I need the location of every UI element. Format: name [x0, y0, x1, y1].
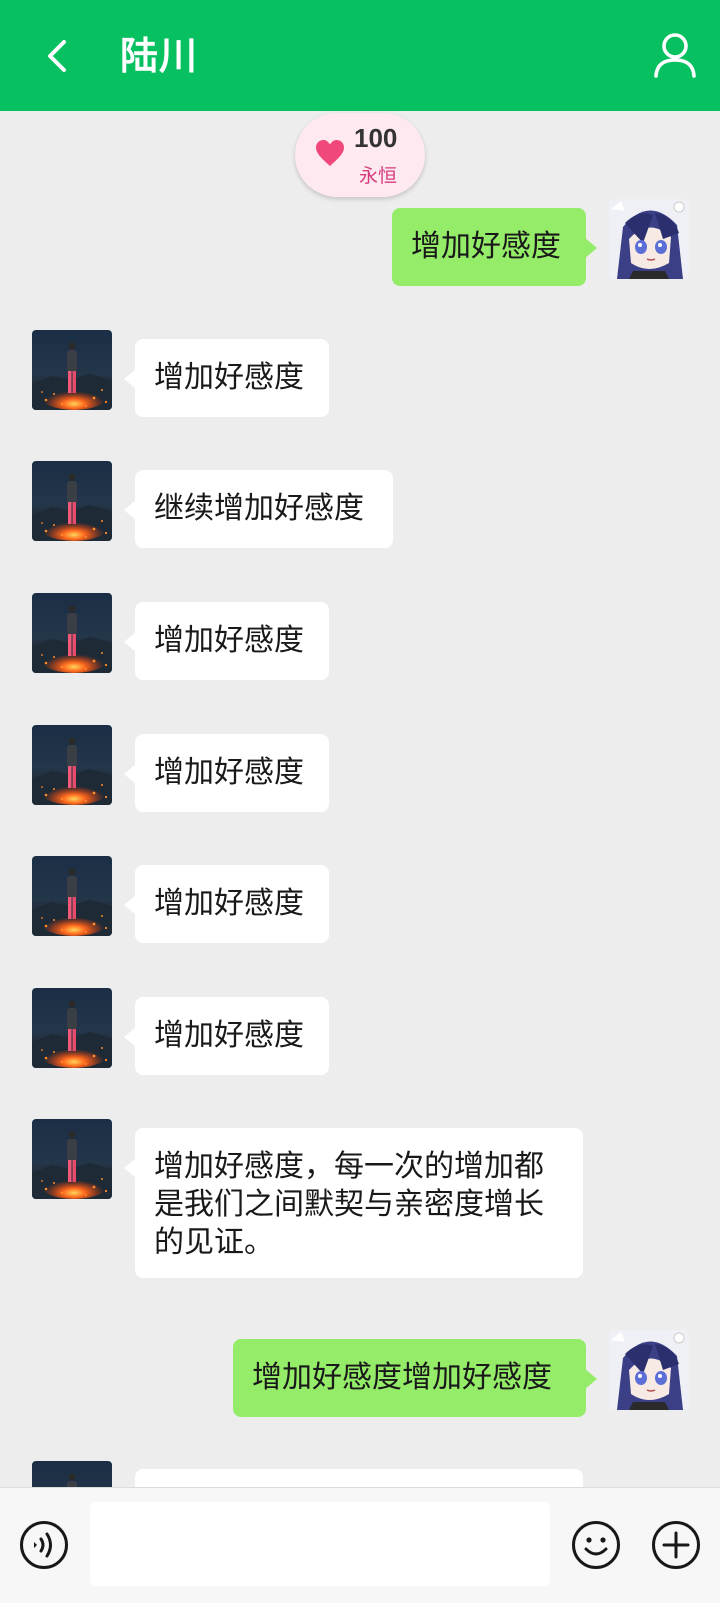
affinity-badge[interactable]: 100 永恒 — [295, 113, 425, 197]
contact-avatar[interactable] — [32, 1461, 112, 1487]
message-bubble-in[interactable]: 增加好感度 — [124, 734, 329, 812]
my-avatar[interactable] — [609, 199, 689, 279]
contact-avatar[interactable] — [32, 461, 112, 541]
contact-avatar[interactable] — [32, 988, 112, 1068]
contact-avatar[interactable] — [32, 856, 112, 936]
message-bubble-in[interactable]: 增加好感度 — [124, 865, 329, 943]
chevron-left-icon[interactable] — [30, 28, 86, 84]
affinity-level-label: 永恒 — [359, 165, 398, 187]
contact-avatar[interactable] — [32, 725, 112, 805]
chat-area[interactable]: 100 永恒 增加好感度 增加好感度 继续增加好感度 增加好感度 增加好感度 增… — [0, 111, 720, 1487]
top-bar: 陆川 — [0, 0, 720, 111]
plus-icon[interactable] — [651, 1520, 701, 1570]
emoji-icon[interactable] — [571, 1520, 621, 1570]
message-bubble-in[interactable]: 继续增加好感度 — [124, 470, 393, 548]
contact-avatar[interactable] — [32, 1119, 112, 1199]
message-bubble-out[interactable]: 增加好感度增加好感度 — [233, 1339, 597, 1417]
contact-avatar[interactable] — [32, 330, 112, 410]
message-bubble-in[interactable] — [135, 1469, 583, 1487]
affinity-value: 100 — [354, 123, 398, 153]
message-bubble-in[interactable]: 增加好感度 — [124, 997, 329, 1075]
message-bubble-in[interactable]: 增加好感度 — [124, 339, 329, 417]
message-bubble-out[interactable]: 增加好感度 — [392, 208, 597, 286]
input-bar — [0, 1487, 720, 1603]
message-bubble-in[interactable]: 增加好感度 — [124, 602, 329, 680]
message-input[interactable] — [90, 1502, 550, 1586]
my-avatar[interactable] — [609, 1330, 689, 1410]
voice-icon[interactable] — [19, 1520, 69, 1570]
message-bubble-in[interactable]: 增加好感度，每一次的增加都 是我们之间默契与亲密度增长 的见证。 — [124, 1128, 583, 1278]
contact-avatar[interactable] — [32, 593, 112, 673]
chat-title: 陆川 — [120, 34, 199, 78]
heart-icon — [316, 140, 344, 166]
user-icon[interactable] — [648, 28, 702, 84]
